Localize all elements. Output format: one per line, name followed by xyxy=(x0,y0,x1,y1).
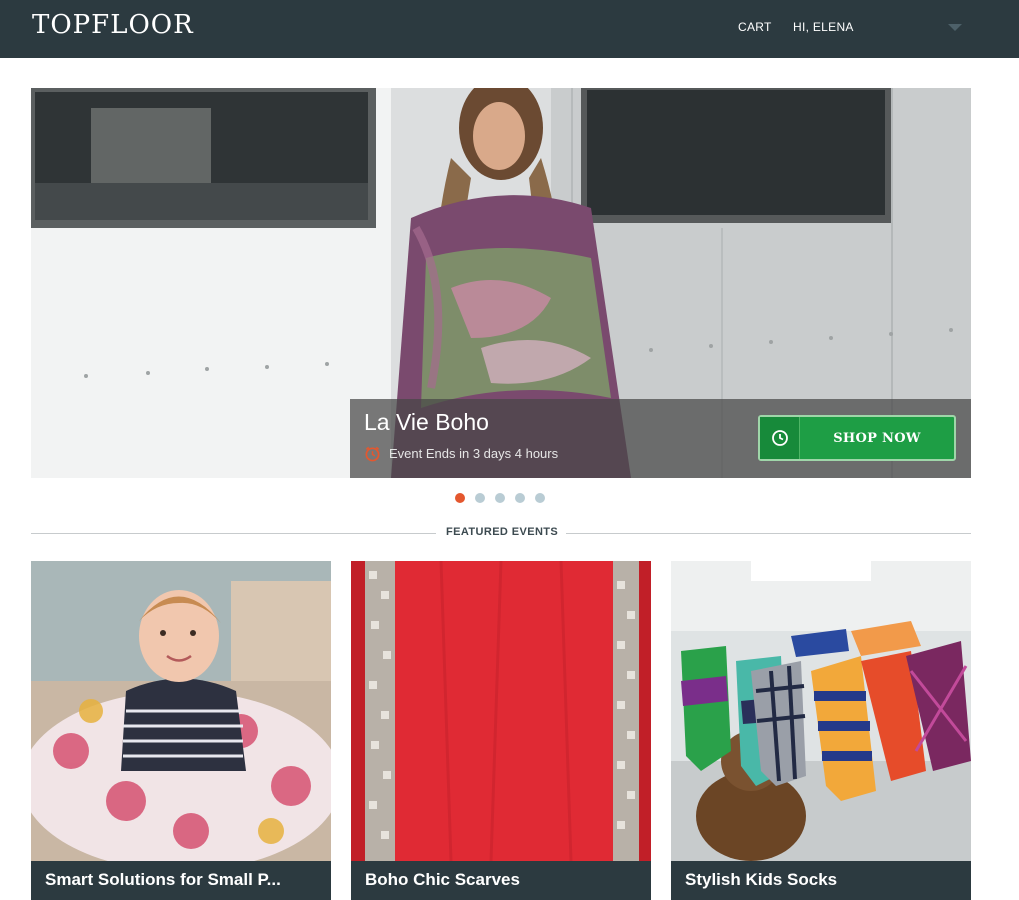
user-menu-link[interactable]: HI, ELENA xyxy=(793,20,854,34)
clock-icon xyxy=(771,430,788,446)
cart-link[interactable]: CART xyxy=(738,20,772,34)
event-card-image xyxy=(671,561,971,861)
top-navigation-bar: TOPFLOOR CART HI, ELENA xyxy=(0,0,1019,58)
event-card-image xyxy=(31,561,331,861)
featured-event-card[interactable]: Boho Chic Scarves xyxy=(351,561,651,900)
shop-now-icon-box xyxy=(760,417,800,459)
section-divider-left xyxy=(31,533,436,534)
alarm-clock-icon xyxy=(365,446,380,462)
carousel-dot-5[interactable] xyxy=(535,493,545,503)
event-card-title: Smart Solutions for Small P... xyxy=(31,861,331,900)
shop-now-button[interactable]: SHOP NOW xyxy=(758,415,956,461)
section-divider-right xyxy=(566,533,971,534)
event-card-title: Boho Chic Scarves xyxy=(351,861,651,900)
event-info-overlay: La Vie Boho Event Ends in 3 days 4 hours… xyxy=(350,399,971,478)
event-title[interactable]: La Vie Boho xyxy=(364,409,489,436)
event-card-image xyxy=(351,561,651,861)
carousel-dot-4[interactable] xyxy=(515,493,525,503)
featured-event-card[interactable]: Stylish Kids Socks xyxy=(671,561,971,900)
carousel-dot-2[interactable] xyxy=(475,493,485,503)
carousel-dot-3[interactable] xyxy=(495,493,505,503)
featured-events-heading: FEATURED EVENTS xyxy=(446,526,559,538)
topfloor-logo[interactable]: TOPFLOOR xyxy=(32,10,194,40)
hero-banner[interactable]: La Vie Boho Event Ends in 3 days 4 hours… xyxy=(31,88,971,478)
countdown-text: Event Ends in 3 days 4 hours xyxy=(389,446,559,461)
shop-now-label: SHOP NOW xyxy=(833,430,921,446)
featured-event-card[interactable]: Smart Solutions for Small P... xyxy=(31,561,331,900)
carousel-dot-1[interactable] xyxy=(455,493,465,503)
chevron-down-icon[interactable] xyxy=(948,24,962,31)
event-countdown: Event Ends in 3 days 4 hours xyxy=(364,445,558,462)
carousel-pagination xyxy=(455,493,545,503)
event-card-title: Stylish Kids Socks xyxy=(671,861,971,900)
